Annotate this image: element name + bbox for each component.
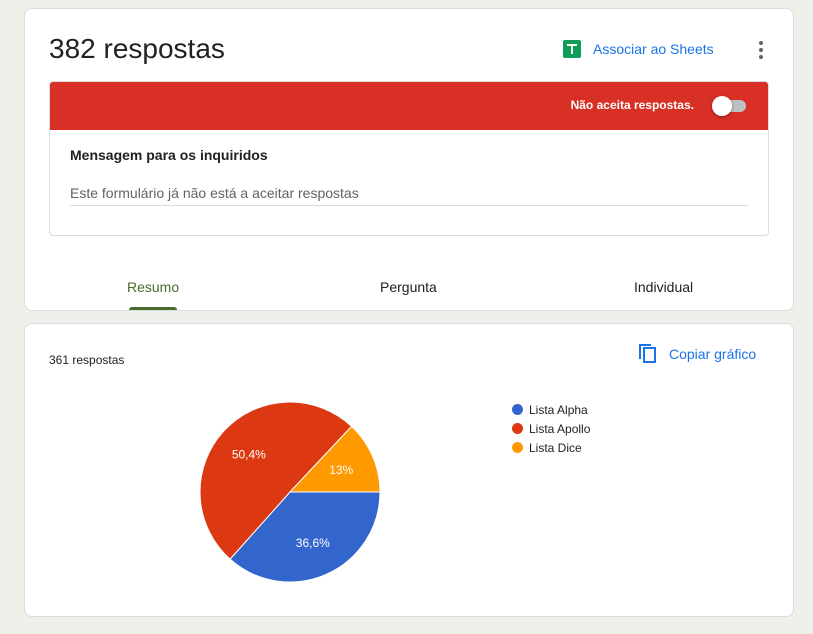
not-accepting-text: Não aceita respostas. — [570, 98, 694, 112]
pie-chart: 36,6% 50,4% 13% — [199, 401, 381, 583]
link-to-sheets-button[interactable]: Associar ao Sheets — [563, 40, 714, 58]
toggle-thumb — [712, 96, 732, 116]
legend-item: Lista Alpha — [512, 400, 590, 419]
tab-summary[interactable]: Resumo — [127, 279, 179, 295]
pie-slice-label: 36,6% — [296, 536, 330, 550]
legend-swatch — [512, 423, 523, 434]
accepting-responses-toggle[interactable] — [712, 96, 748, 116]
legend-label: Lista Dice — [529, 440, 582, 455]
responses-header-card: 382 respostas Associar ao Sheets Não ace… — [24, 8, 794, 311]
pie-slice-label: 13% — [329, 463, 353, 477]
tab-individual[interactable]: Individual — [634, 279, 693, 295]
pie-slice-label: 50,4% — [232, 447, 266, 461]
page-title: 382 respostas — [49, 33, 225, 64]
tab-question[interactable]: Pergunta — [380, 279, 437, 295]
not-accepting-banner: Não aceita respostas. — [50, 82, 768, 130]
legend-item: Lista Apollo — [512, 419, 590, 438]
active-tab-indicator — [129, 307, 177, 310]
legend-swatch — [512, 442, 523, 453]
legend-swatch — [512, 404, 523, 415]
legend-item: Lista Dice — [512, 438, 590, 457]
accepting-responses-panel: Não aceita respostas. Mensagem para os i… — [49, 81, 769, 236]
chart-legend: Lista Alpha Lista Apollo Lista Dice — [512, 400, 590, 457]
legend-label: Lista Alpha — [529, 402, 588, 417]
legend-label: Lista Apollo — [529, 421, 591, 436]
respondent-message-label: Mensagem para os inquiridos — [70, 147, 268, 163]
sheets-icon — [563, 40, 581, 58]
more-options-icon[interactable] — [753, 39, 769, 61]
question-summary-card: 361 respostas Copiar gráfico 36,6% 50,4% 1… — [24, 323, 794, 617]
link-to-sheets-label: Associar ao Sheets — [593, 41, 714, 57]
respondent-message-field[interactable] — [70, 181, 748, 206]
